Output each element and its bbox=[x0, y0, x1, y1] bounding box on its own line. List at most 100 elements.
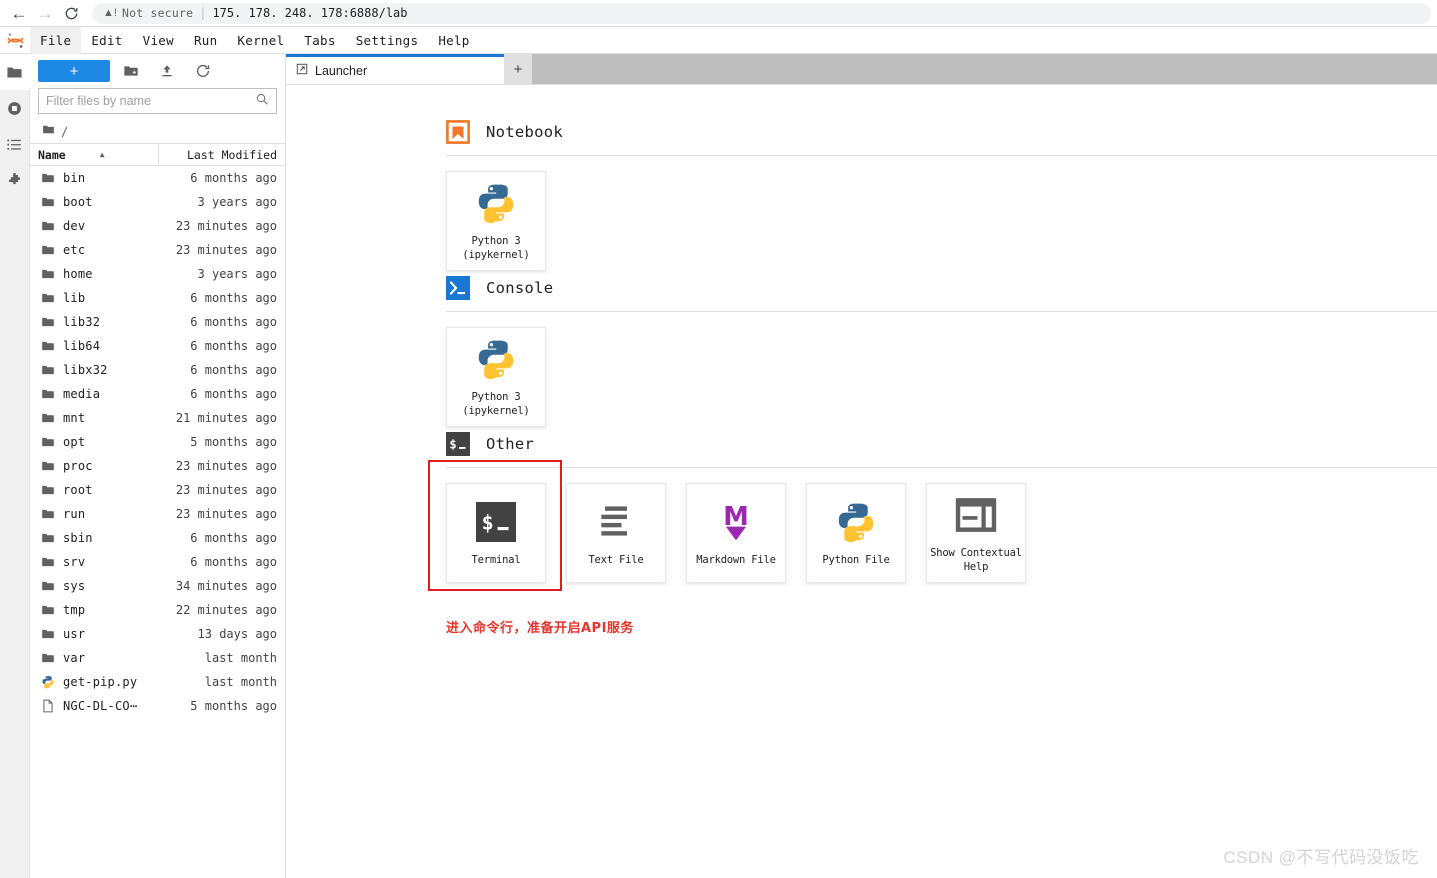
launcher-card-markdown-file[interactable]: M Markdown File bbox=[686, 483, 786, 583]
column-last-modified-header[interactable]: Last Modified bbox=[159, 148, 285, 162]
launcher-card-python-3-ipykernel[interactable]: Python 3 (ipykernel) bbox=[446, 171, 546, 271]
upload-icon[interactable] bbox=[152, 59, 182, 83]
file-name: NGC-DL-CO⋯ bbox=[63, 699, 138, 713]
filter-files-input[interactable] bbox=[46, 94, 255, 108]
file-row[interactable]: home 3 years ago bbox=[30, 262, 285, 286]
filter-wrapper bbox=[30, 88, 285, 120]
folder-icon bbox=[41, 363, 61, 377]
file-last-modified: 5 months ago bbox=[190, 435, 277, 449]
console-prompt-icon bbox=[446, 276, 470, 300]
file-row[interactable]: get-pip.py last month bbox=[30, 670, 285, 694]
add-tab-button[interactable]: + bbox=[504, 54, 532, 84]
forward-arrow-icon[interactable]: → bbox=[32, 2, 58, 24]
tab-launcher-label: Launcher bbox=[315, 63, 368, 78]
file-row[interactable]: srv 6 months ago bbox=[30, 550, 285, 574]
folder-icon bbox=[41, 267, 61, 281]
launcher-card-show-contextual-help[interactable]: Show Contextual Help bbox=[926, 483, 1026, 583]
folder-icon bbox=[41, 243, 61, 257]
menu-item-edit[interactable]: Edit bbox=[81, 27, 132, 54]
file-row[interactable]: bin 6 months ago bbox=[30, 166, 285, 190]
file-row[interactable]: lib64 6 months ago bbox=[30, 334, 285, 358]
running-terminals-icon[interactable] bbox=[0, 90, 30, 126]
launcher-section-console: Console Python 3 (ipykernel) bbox=[286, 271, 1437, 427]
file-name: home bbox=[63, 267, 93, 281]
file-row[interactable]: lib 6 months ago bbox=[30, 286, 285, 310]
column-name-label: Name bbox=[38, 147, 66, 162]
breadcrumb-root-label: / bbox=[61, 124, 69, 139]
menu-item-run[interactable]: Run bbox=[184, 27, 227, 54]
url-text: 175. 178. 248. 178:6888/lab bbox=[212, 6, 408, 20]
menu-item-kernel[interactable]: Kernel bbox=[227, 27, 294, 54]
file-browser-toolbar: + bbox=[30, 54, 285, 88]
file-row[interactable]: boot 3 years ago bbox=[30, 190, 285, 214]
section-title-console: Console bbox=[486, 279, 554, 297]
folder-icon bbox=[41, 171, 61, 185]
file-row[interactable]: opt 5 months ago bbox=[30, 430, 285, 454]
file-name: get-pip.py bbox=[63, 675, 138, 689]
file-row[interactable]: tmp 22 minutes ago bbox=[30, 598, 285, 622]
file-name: root bbox=[63, 483, 93, 497]
file-row[interactable]: etc 23 minutes ago bbox=[30, 238, 285, 262]
launcher-card-python-3-ipykernel[interactable]: Python 3 (ipykernel) bbox=[446, 327, 546, 427]
file-row[interactable]: root 23 minutes ago bbox=[30, 478, 285, 502]
folder-icon bbox=[41, 459, 61, 473]
file-name: media bbox=[63, 387, 101, 401]
filter-files-box[interactable] bbox=[38, 88, 277, 114]
reload-icon[interactable] bbox=[58, 2, 84, 24]
folder-icon bbox=[41, 507, 61, 521]
file-row[interactable]: usr 13 days ago bbox=[30, 622, 285, 646]
launcher-card-terminal[interactable]: $ Terminal bbox=[446, 483, 546, 583]
file-row[interactable]: mnt 21 minutes ago bbox=[30, 406, 285, 430]
file-name: libx32 bbox=[63, 363, 108, 377]
file-row[interactable]: sbin 6 months ago bbox=[30, 526, 285, 550]
file-row[interactable]: media 6 months ago bbox=[30, 382, 285, 406]
address-bar[interactable]: ▲! Not secure | 175. 178. 248. 178:6888/… bbox=[92, 2, 1431, 24]
svg-text:$: $ bbox=[482, 510, 494, 534]
launcher-body: Notebook Python 3 (ipykernel) Console Pytho… bbox=[286, 84, 1437, 878]
file-row[interactable]: libx32 6 months ago bbox=[30, 358, 285, 382]
commands-list-icon[interactable] bbox=[0, 126, 30, 162]
back-arrow-icon[interactable]: ← bbox=[6, 2, 32, 24]
column-name-header[interactable]: Name ▲ bbox=[38, 144, 159, 165]
file-row[interactable]: lib32 6 months ago bbox=[30, 310, 285, 334]
new-folder-icon[interactable] bbox=[116, 59, 146, 83]
file-row[interactable]: run 23 minutes ago bbox=[30, 502, 285, 526]
folder-icon bbox=[41, 603, 61, 617]
menu-item-settings[interactable]: Settings bbox=[346, 27, 429, 54]
card-row-other: $ Terminal Text File M Markdown File Python F… bbox=[428, 460, 1437, 591]
file-icon bbox=[41, 699, 61, 713]
launcher-card-python-file[interactable]: Python File bbox=[806, 483, 906, 583]
menu-item-tabs[interactable]: Tabs bbox=[294, 27, 345, 54]
file-row[interactable]: sys 34 minutes ago bbox=[30, 574, 285, 598]
file-row[interactable]: NGC-DL-CO⋯ 5 months ago bbox=[30, 694, 285, 718]
tab-launcher[interactable]: Launcher bbox=[286, 54, 504, 84]
breadcrumb[interactable]: / bbox=[30, 120, 285, 144]
new-launcher-button[interactable]: + bbox=[38, 60, 110, 82]
menu-item-view[interactable]: View bbox=[133, 27, 184, 54]
file-row[interactable]: proc 23 minutes ago bbox=[30, 454, 285, 478]
file-row[interactable]: dev 23 minutes ago bbox=[30, 214, 285, 238]
jupyterlab-shell: + Filter files by name / Name ▲ Last Mod… bbox=[0, 54, 1437, 878]
launcher-card-label: Terminal bbox=[471, 553, 521, 566]
activity-sidebar bbox=[0, 54, 30, 878]
launcher-card-text-file[interactable]: Text File bbox=[566, 483, 666, 583]
launcher-card-label: Python 3 (ipykernel) bbox=[462, 235, 530, 261]
file-row[interactable]: var last month bbox=[30, 646, 285, 670]
file-name: run bbox=[63, 507, 86, 521]
omnibox-separator: | bbox=[199, 6, 207, 20]
menu-item-help[interactable]: Help bbox=[428, 27, 479, 54]
jupyter-logo-icon bbox=[0, 27, 30, 54]
file-last-modified: 6 months ago bbox=[190, 291, 277, 305]
extension-manager-icon[interactable] bbox=[0, 162, 30, 198]
launcher-section-other: $ Other $ Terminal Text File M Markdown File Py… bbox=[286, 427, 1437, 591]
file-name: usr bbox=[63, 627, 86, 641]
file-browser-icon[interactable] bbox=[0, 54, 30, 90]
contextual-help-icon bbox=[954, 492, 998, 538]
file-last-modified: 6 months ago bbox=[190, 339, 277, 353]
notebook-bookmark-icon bbox=[446, 120, 470, 144]
launcher-card-label: Show Contextual Help bbox=[930, 547, 1022, 573]
refresh-icon[interactable] bbox=[188, 59, 218, 83]
file-name: bin bbox=[63, 171, 86, 185]
menu-item-file[interactable]: File bbox=[30, 26, 82, 54]
sort-ascending-icon: ▲ bbox=[99, 150, 105, 159]
